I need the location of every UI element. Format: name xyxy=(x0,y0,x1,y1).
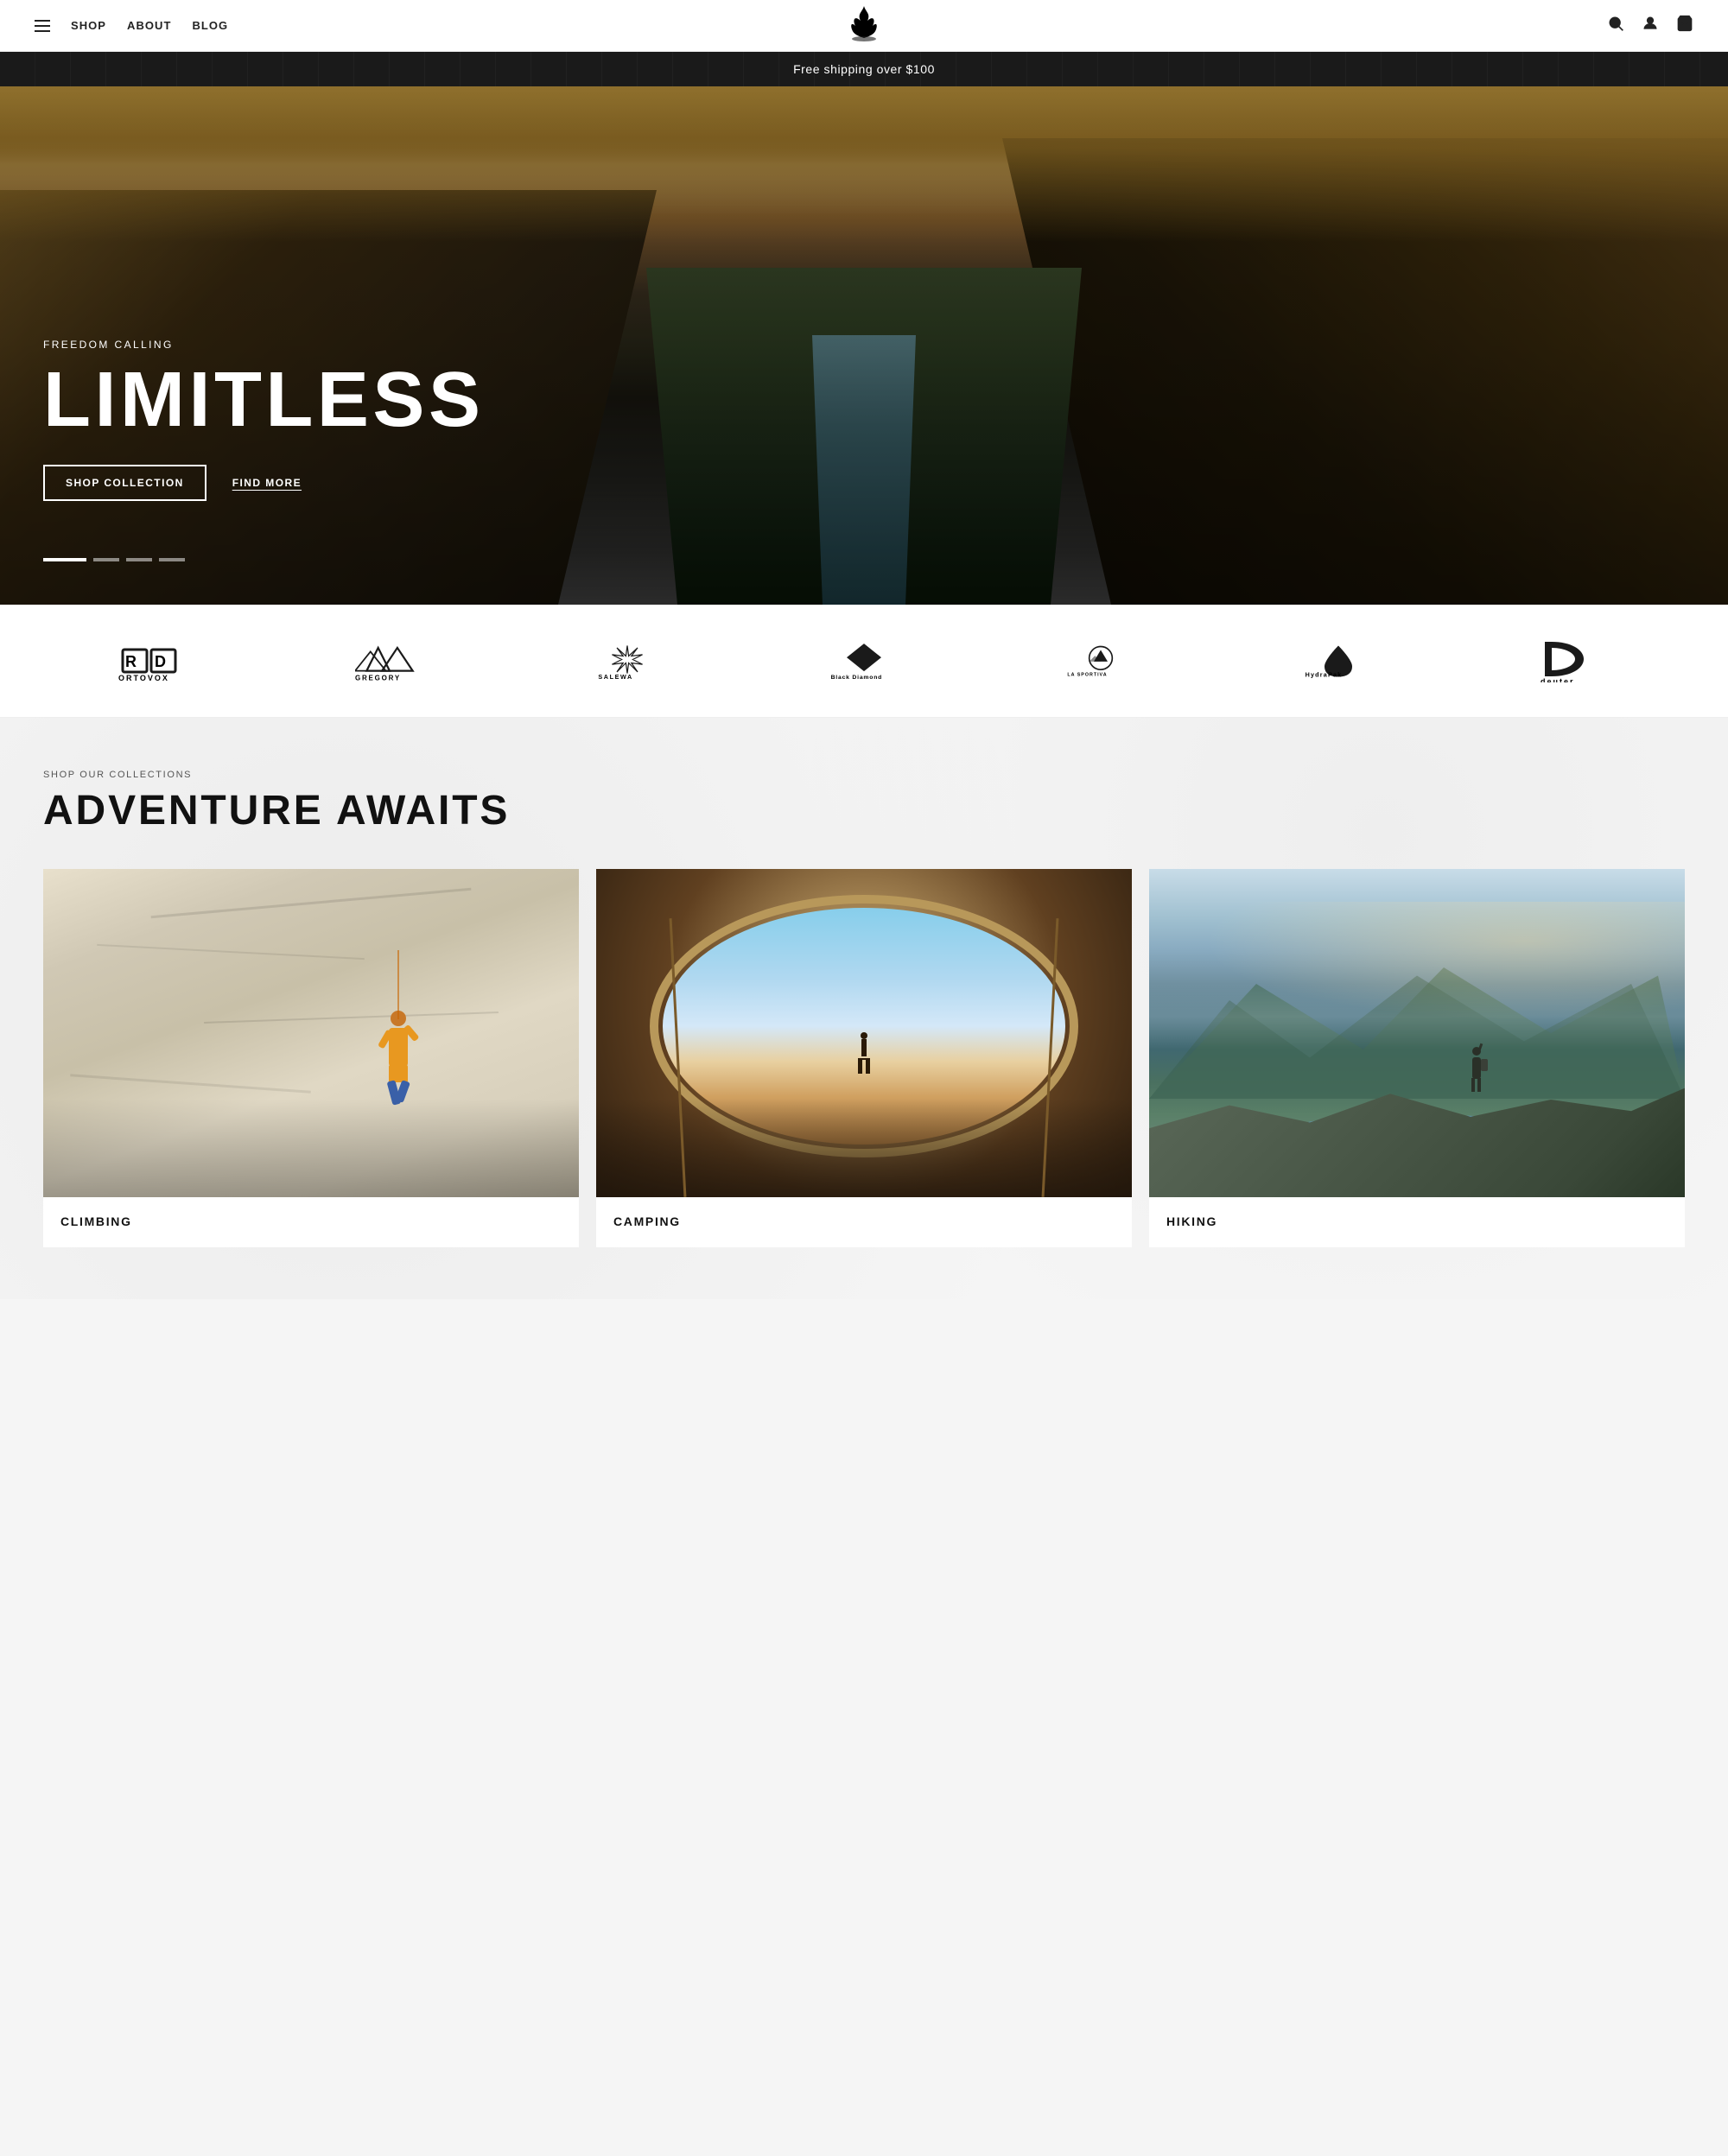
collection-card-camping[interactable]: CAMPING xyxy=(596,869,1132,1247)
brand-gregory[interactable]: GREGORY xyxy=(355,639,424,682)
brands-row: R D ORTOVOX GREGORY xyxy=(43,639,1685,682)
blackdiamond-logo: Black Diamond xyxy=(829,639,899,682)
collection-card-climbing[interactable]: CLIMBING xyxy=(43,869,579,1247)
collection-category-camping: CAMPING xyxy=(613,1214,681,1228)
brands-section: R D ORTOVOX GREGORY xyxy=(0,605,1728,718)
hero-buttons: SHOP COLLECTION FIND MORE xyxy=(43,465,485,501)
collection-image-camping xyxy=(596,869,1132,1197)
hero-dot-3[interactable] xyxy=(126,558,152,561)
cart-icon[interactable] xyxy=(1676,15,1693,36)
navigation: SHOP ABOUT BLOG xyxy=(0,0,1728,52)
hero-content: FREEDOM CALLING LIMITLESS SHOP COLLECTIO… xyxy=(43,339,485,501)
brand-deuter[interactable]: deuter xyxy=(1541,639,1610,682)
svg-text:deuter: deuter xyxy=(1541,677,1575,683)
svg-text:R: R xyxy=(125,653,137,670)
collection-image-hiking xyxy=(1149,869,1685,1197)
nav-shop-link[interactable]: SHOP xyxy=(71,19,106,32)
collection-category-hiking: HIKING xyxy=(1166,1214,1217,1228)
logo-icon xyxy=(847,2,881,45)
announcement-bar: Free shipping over $100 xyxy=(0,52,1728,86)
collections-title: ADVENTURE AWAITS xyxy=(43,787,1685,834)
nav-left: SHOP ABOUT BLOG xyxy=(35,19,228,32)
collection-footer-climbing: CLIMBING xyxy=(43,1197,579,1247)
hamburger-menu-button[interactable] xyxy=(35,20,50,32)
collections-label: SHOP OUR COLLECTIONS xyxy=(43,770,1685,780)
svg-text:D: D xyxy=(155,653,166,670)
collection-footer-hiking: HIKING xyxy=(1149,1197,1685,1247)
svg-text:HydraPak: HydraPak xyxy=(1305,670,1342,678)
nav-right xyxy=(1607,15,1693,36)
announcement-text: Free shipping over $100 xyxy=(793,62,935,76)
collections-grid: CLIMBING xyxy=(43,869,1685,1247)
hero-subtitle: FREEDOM CALLING xyxy=(43,339,485,351)
collection-card-hiking[interactable]: HIKING xyxy=(1149,869,1685,1247)
nav-logo[interactable] xyxy=(847,2,881,49)
collection-footer-camping: CAMPING xyxy=(596,1197,1132,1247)
hero-dots xyxy=(43,558,185,561)
account-icon[interactable] xyxy=(1642,15,1659,36)
ortovox-logo: R D ORTOVOX xyxy=(118,639,187,682)
collection-image-climbing xyxy=(43,869,579,1197)
brand-lasportiva[interactable]: LA SPORTIVA xyxy=(1066,639,1135,682)
find-more-button[interactable]: FIND MORE xyxy=(232,477,302,489)
svg-text:GREGORY: GREGORY xyxy=(355,674,401,682)
gregory-logo: GREGORY xyxy=(355,639,424,682)
nav-about-link[interactable]: ABOUT xyxy=(127,19,171,32)
hero-section: FREEDOM CALLING LIMITLESS SHOP COLLECTIO… xyxy=(0,86,1728,605)
svg-text:LA SPORTIVA: LA SPORTIVA xyxy=(1068,672,1108,677)
hero-dot-4[interactable] xyxy=(159,558,185,561)
svg-text:SALEWA: SALEWA xyxy=(598,672,632,680)
lasportiva-logo: LA SPORTIVA xyxy=(1066,639,1135,682)
hero-title: LIMITLESS xyxy=(43,361,485,439)
svg-text:Black Diamond: Black Diamond xyxy=(831,674,883,680)
brand-ortovox[interactable]: R D ORTOVOX xyxy=(118,639,187,682)
collection-category-climbing: CLIMBING xyxy=(60,1214,132,1228)
brand-blackdiamond[interactable]: Black Diamond xyxy=(829,639,899,682)
hero-dot-2[interactable] xyxy=(93,558,119,561)
brand-salewa[interactable]: SALEWA xyxy=(593,639,662,682)
brand-hydrapak[interactable]: HydraPak xyxy=(1304,639,1373,682)
nav-blog-link[interactable]: BLOG xyxy=(192,19,228,32)
search-icon[interactable] xyxy=(1607,15,1624,36)
shop-collection-button[interactable]: SHOP COLLECTION xyxy=(43,465,206,501)
deuter-logo: deuter xyxy=(1541,639,1610,682)
collections-section: SHOP OUR COLLECTIONS ADVENTURE AWAITS xyxy=(0,718,1728,1299)
salewa-logo: SALEWA xyxy=(593,639,662,682)
hydrapak-logo: HydraPak xyxy=(1304,639,1373,682)
hero-dot-1[interactable] xyxy=(43,558,86,561)
svg-text:ORTOVOX: ORTOVOX xyxy=(118,674,169,682)
